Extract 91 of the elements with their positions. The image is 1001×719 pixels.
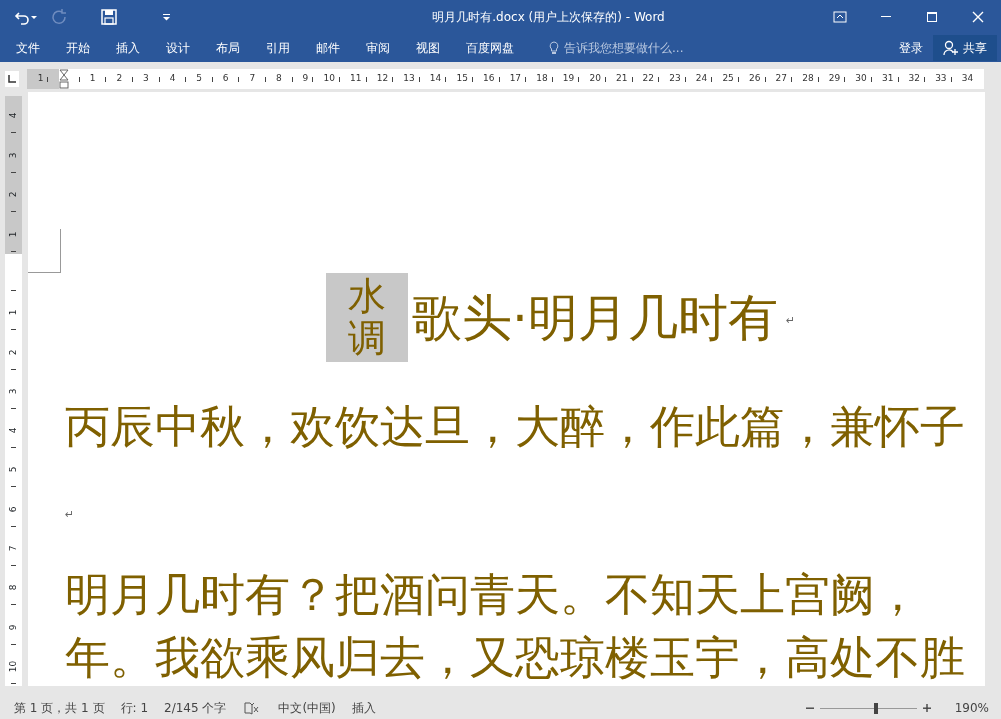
save-icon bbox=[100, 7, 118, 26]
menu-tab[interactable]: 邮件 bbox=[303, 33, 353, 62]
heading-text: 歌头·明月几时有 bbox=[412, 292, 778, 343]
ruler-number: 2 bbox=[9, 191, 18, 198]
ruler-number: 18 bbox=[536, 72, 548, 86]
ruler-number: 9 bbox=[9, 624, 18, 631]
sign-in-link[interactable]: 登录 bbox=[889, 33, 933, 62]
tell-me-search[interactable]: 告诉我您想要做什么... bbox=[543, 37, 690, 58]
ruler-number: 13 bbox=[403, 72, 415, 86]
line-number[interactable]: 行: 1 bbox=[112, 699, 157, 717]
highlighted-heading-text: 水调 bbox=[326, 273, 408, 362]
ruler-number: 24 bbox=[695, 72, 708, 86]
menu-tab[interactable]: 文件 bbox=[3, 33, 53, 62]
ruler-number: 3 bbox=[9, 152, 18, 159]
margin-corner-mark bbox=[28, 229, 61, 273]
ruler-number: 31 bbox=[881, 72, 894, 86]
ruler-number: 19 bbox=[562, 72, 575, 86]
page-count[interactable]: 第 1 页，共 1 页 bbox=[6, 699, 113, 717]
close-icon bbox=[972, 10, 984, 23]
ruler-number: 25 bbox=[722, 72, 734, 86]
body-text-line: 丙辰中秋，欢饮达旦，大醉，作此篇，兼怀子 bbox=[65, 404, 966, 449]
ruler-number: 14 bbox=[429, 72, 442, 86]
ruler-number: 12 bbox=[376, 72, 389, 86]
tab-stop-icon bbox=[7, 74, 17, 84]
word-count[interactable]: 2/145 个字 bbox=[156, 699, 235, 717]
menu-tab[interactable]: 视图 bbox=[403, 33, 453, 62]
ruler-number: 11 bbox=[350, 72, 362, 86]
ruler-number: 8 bbox=[9, 585, 18, 591]
tab-selector-button[interactable] bbox=[5, 71, 19, 87]
ruler-number: 27 bbox=[775, 72, 788, 86]
ruler-number: 17 bbox=[509, 72, 522, 86]
input-mode[interactable]: 插入 bbox=[343, 699, 384, 717]
language-indicator[interactable]: 中文(中国) bbox=[270, 699, 344, 717]
ruler-number: 32 bbox=[908, 72, 920, 86]
ruler-number: 4 bbox=[169, 72, 176, 86]
body-text-line: 明月几时有？把酒问青天。不知天上宫阙， bbox=[65, 571, 921, 617]
ruler-number: 6 bbox=[222, 72, 229, 86]
zoom-in-button[interactable] bbox=[920, 704, 933, 712]
ruler-number: 21 bbox=[616, 72, 628, 86]
ruler-number: 34 bbox=[961, 72, 974, 86]
menu-tab[interactable]: 插入 bbox=[103, 33, 153, 62]
plus-icon bbox=[922, 704, 931, 712]
menu-tab[interactable]: 布局 bbox=[203, 33, 253, 62]
zoom-level[interactable]: 190% bbox=[932, 699, 1001, 717]
ruler-number: 7 bbox=[9, 545, 18, 552]
ruler-number: 1 bbox=[9, 309, 18, 316]
ruler-number: 2 bbox=[116, 72, 123, 86]
ruler-number: 20 bbox=[589, 72, 601, 86]
ruler-number: 10 bbox=[323, 72, 335, 86]
ribbon-display-icon bbox=[833, 9, 847, 24]
menu-tab[interactable]: 设计 bbox=[153, 33, 203, 62]
ruler-number: 3 bbox=[143, 72, 149, 86]
ruler-number: 7 bbox=[249, 72, 256, 86]
ruler-number: 4 bbox=[9, 113, 18, 119]
ruler-number: 22 bbox=[642, 72, 655, 86]
body-text-line: 年。我欲乘风归去，又恐琼楼玉宇，高处不胜 bbox=[65, 634, 966, 680]
ruler-number: 3 bbox=[9, 388, 18, 395]
ruler-number: 4 bbox=[9, 427, 18, 434]
lightbulb-icon bbox=[549, 40, 559, 55]
ruler-number: 1 bbox=[89, 72, 96, 86]
person-plus-icon bbox=[943, 39, 959, 56]
ruler-number: 9 bbox=[302, 72, 309, 86]
ruler-number: 15 bbox=[456, 72, 468, 86]
maximize-icon bbox=[926, 10, 938, 23]
ruler-number: 8 bbox=[276, 72, 282, 86]
menu-tab[interactable]: 开始 bbox=[53, 33, 103, 62]
menu-tab[interactable]: 审阅 bbox=[353, 33, 403, 62]
ruler-number: 33 bbox=[935, 72, 947, 86]
ruler-number: 23 bbox=[669, 72, 681, 86]
window-title: 明月几时有.docx (用户上次保存的) - Word bbox=[432, 9, 665, 24]
paragraph-mark: ↵ bbox=[785, 313, 796, 330]
zoom-slider-thumb[interactable] bbox=[873, 702, 878, 714]
ruler-number: 28 bbox=[802, 72, 814, 86]
share-button[interactable]: 共享 bbox=[933, 34, 997, 61]
ruler-number: 6 bbox=[9, 506, 18, 513]
minimize-icon bbox=[881, 16, 891, 17]
menu-tab[interactable]: 引用 bbox=[253, 33, 303, 62]
menu-tab[interactable]: 百度网盘 bbox=[453, 33, 527, 62]
ruler-number: 1 bbox=[37, 72, 44, 86]
ruler-number: 5 bbox=[9, 467, 18, 473]
redo-icon bbox=[50, 7, 68, 26]
ruler-number: 1 bbox=[9, 231, 18, 237]
ruler-number: 5 bbox=[196, 72, 202, 86]
ruler-number: 29 bbox=[828, 72, 841, 86]
ruler-number: 10 bbox=[9, 660, 18, 673]
book-icon bbox=[244, 701, 261, 715]
ruler-number: 30 bbox=[855, 72, 867, 86]
paragraph-mark: ↵ bbox=[65, 507, 76, 523]
ruler-number: 2 bbox=[9, 349, 18, 355]
ruler-number: 26 bbox=[749, 72, 761, 86]
ruler-number: 16 bbox=[483, 72, 495, 86]
